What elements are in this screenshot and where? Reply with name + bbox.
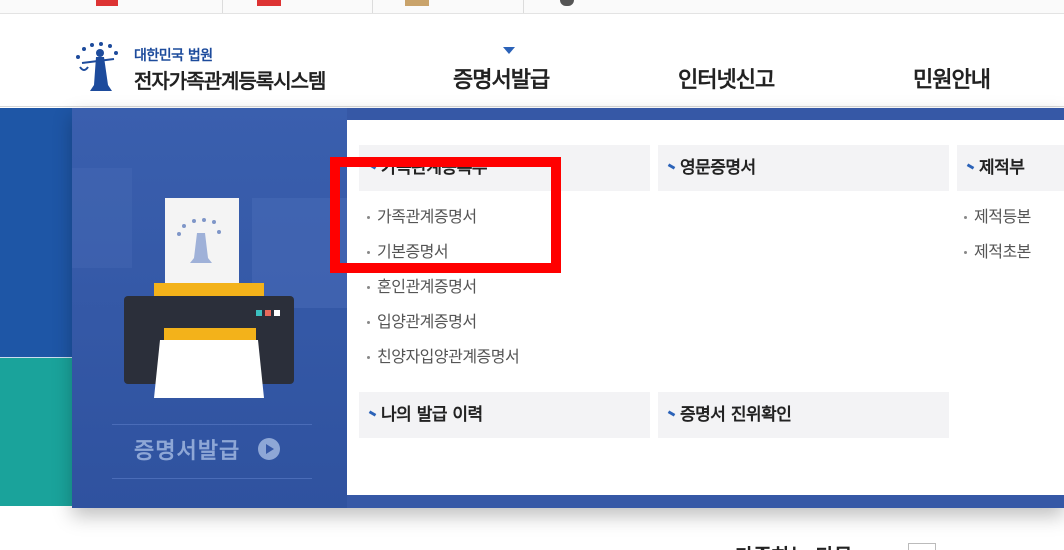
bullet-icon: [367, 356, 370, 359]
menu-item-adoption-cert[interactable]: 입양관계증명서: [367, 308, 477, 332]
nav-online-report[interactable]: 인터넷신고: [678, 62, 775, 94]
menu-item-full-adoption-cert[interactable]: 친양자입양관계증명서: [367, 343, 520, 367]
hero-background-teal: [0, 358, 72, 506]
logo-title: 전자가족관계등록시스템: [134, 69, 326, 93]
bullet-icon: [964, 216, 967, 219]
page: 대한민국 법원 전자가족관계등록시스템 증명서발급 인터넷신고 민원안내 증명서…: [0, 0, 1064, 550]
category-verify-cert[interactable]: 증명서 진위확인: [658, 392, 949, 438]
promo-label: 증명서발급: [134, 438, 241, 464]
logo-subtitle: 대한민국 법원: [134, 48, 213, 64]
utility-icon-3[interactable]: [405, 0, 429, 6]
utility-bar: [0, 0, 1064, 14]
bullet-icon: [367, 286, 370, 289]
site-logo[interactable]: 대한민국 법원 전자가족관계등록시스템: [70, 39, 370, 99]
more-button[interactable]: [908, 543, 936, 550]
court-emblem-icon: [76, 42, 118, 91]
divider: [523, 0, 524, 13]
utility-icon-2[interactable]: [257, 0, 281, 6]
menu-item-label: 혼인관계증명서: [377, 277, 477, 296]
certificate-dropdown: 증명서발급 가족관계등록부 가족관계증명서 기본증명서 혼인관계증명서 입양관계…: [72, 108, 1064, 508]
nav-civil-guide[interactable]: 민원안내: [913, 62, 991, 94]
bullet-icon: [667, 410, 676, 417]
menu-item-label: 친양자입양관계증명서: [377, 347, 520, 366]
site-header: 대한민국 법원 전자가족관계등록시스템 증명서발급 인터넷신고 민원안내: [0, 14, 1064, 107]
play-icon[interactable]: [258, 438, 280, 460]
highlight-box: [330, 157, 561, 273]
hero-background: [0, 108, 72, 358]
menu-item-removed-abstract[interactable]: 제적초본: [964, 238, 1031, 262]
category-removed-register[interactable]: 제적부: [957, 145, 1064, 191]
bullet-icon: [667, 163, 676, 170]
utility-icon-1[interactable]: [96, 0, 118, 6]
category-label: 나의 발급 이력: [381, 405, 483, 425]
bullet-icon: [964, 251, 967, 254]
active-menu-indicator-icon: [503, 47, 515, 54]
category-issue-history[interactable]: 나의 발급 이력: [359, 392, 650, 438]
divider: [372, 0, 373, 13]
menu-item-removed-full-copy[interactable]: 제적등본: [964, 203, 1031, 227]
menu-item-label: 제적초본: [974, 242, 1031, 261]
menu-item-label: 제적등본: [974, 207, 1031, 226]
bullet-icon: [368, 410, 377, 417]
category-label: 제적부: [979, 158, 1025, 178]
menu-item-marriage-cert[interactable]: 혼인관계증명서: [367, 273, 477, 297]
menu-item-label: 입양관계증명서: [377, 312, 477, 331]
bullet-icon: [966, 163, 975, 170]
divider: [222, 0, 223, 13]
nav-certificate-issue[interactable]: 증명서발급: [453, 62, 550, 94]
phone-icon: [560, 0, 574, 6]
bullet-icon: [367, 321, 370, 324]
category-label: 증명서 진위확인: [680, 405, 792, 425]
promo-panel[interactable]: 증명서발급: [72, 108, 347, 508]
category-english-cert[interactable]: 영문증명서: [658, 145, 949, 191]
section-heading: 가족하는 다물: [735, 540, 852, 550]
category-label: 영문증명서: [680, 158, 756, 178]
